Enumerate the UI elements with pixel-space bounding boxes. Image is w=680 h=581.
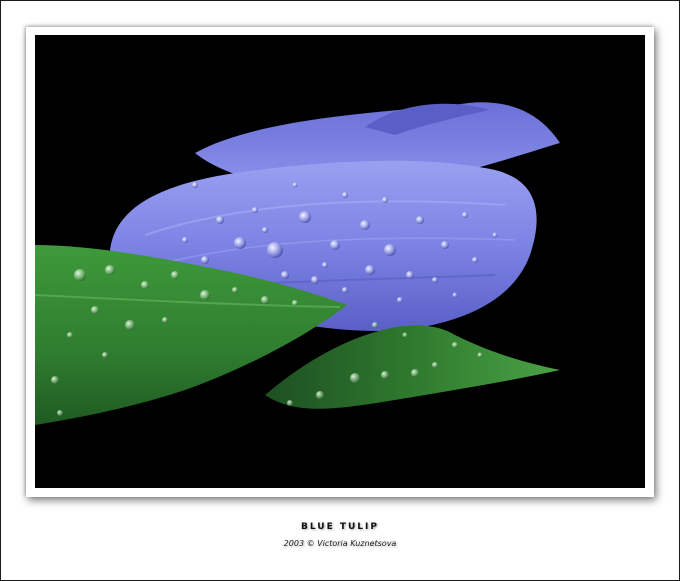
photo-title: BLUE TULIP [301,522,379,532]
tulip-illustration [35,102,560,425]
tulip-photo [35,35,645,488]
tulip-lower-leaf [265,325,560,409]
photo-credit: 2003 © Victoria Kuznetsova [283,539,397,548]
